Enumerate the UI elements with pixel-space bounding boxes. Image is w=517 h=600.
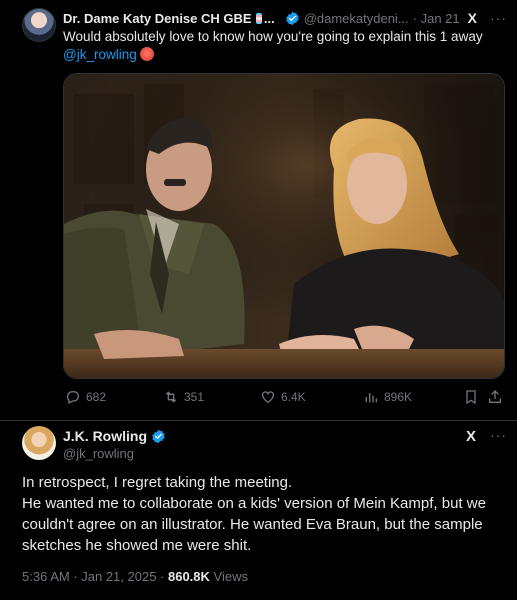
- more-options-button[interactable]: ···: [490, 427, 507, 443]
- reply-count: 682: [86, 390, 107, 404]
- share-icon: [489, 390, 501, 403]
- view-count: 896K: [384, 390, 413, 404]
- repost-icon: [165, 391, 177, 403]
- verified-badge-icon: [285, 11, 300, 26]
- handle[interactable]: @jk_rowling: [63, 446, 134, 461]
- like-count: 6.4K: [281, 390, 306, 404]
- views-chart-icon: [365, 393, 377, 403]
- share-button[interactable]: [487, 389, 503, 405]
- display-name[interactable]: J.K. Rowling: [63, 428, 147, 444]
- tweet-actions: 682 351 6.4K 896K: [63, 389, 505, 409]
- tweet-meta: 5:36 AM · Jan 21, 2025 · 860.8K Views: [22, 569, 248, 584]
- views-label: Views: [209, 569, 248, 584]
- angry-face-icon: [139, 47, 154, 61]
- heart-icon: [262, 391, 274, 404]
- tweet-paragraph: He wanted me to collaborate on a kids' v…: [22, 495, 486, 554]
- views-button[interactable]: 896K: [363, 389, 412, 405]
- avatar[interactable]: [22, 426, 56, 460]
- tweet-image[interactable]: [63, 73, 505, 379]
- reply-icon: [66, 391, 79, 405]
- display-name[interactable]: Dr. Dame Katy Denise CH GBE: [63, 11, 252, 26]
- post-date[interactable]: · Jan 21: [413, 11, 460, 26]
- quoted-tweet[interactable]: Dr. Dame Katy Denise CH GBE ... @damekat…: [0, 0, 517, 420]
- tweet-text-line: Would absolutely love to know how you're…: [63, 29, 483, 44]
- handle[interactable]: @damekatydeni...: [304, 11, 409, 26]
- x-logo-icon: X: [467, 10, 477, 26]
- trans-flag-icon: [255, 12, 262, 24]
- tweet-text: Would absolutely love to know how you're…: [63, 28, 503, 64]
- tweet-header: Dr. Dame Katy Denise CH GBE ... @damekat…: [63, 9, 507, 27]
- reply-button[interactable]: 682: [65, 389, 106, 405]
- divider: [0, 420, 517, 421]
- author-name-row: J.K. Rowling: [63, 428, 166, 444]
- tweet-text: In retrospect, I regret taking the meeti…: [22, 472, 502, 556]
- like-button[interactable]: 6.4K: [260, 389, 306, 405]
- tweet-paragraph: In retrospect, I regret taking the meeti…: [22, 474, 293, 491]
- name-ellipsis: ...: [263, 10, 275, 26]
- bookmark-icon: [466, 390, 476, 405]
- mention-link[interactable]: @jk_rowling: [63, 47, 137, 62]
- x-logo-icon: X: [466, 428, 476, 445]
- repost-count: 351: [184, 390, 205, 404]
- verified-badge-icon: [151, 429, 166, 444]
- bookmark-button[interactable]: [463, 389, 479, 405]
- timestamp[interactable]: 5:36 AM · Jan 21, 2025 ·: [22, 569, 168, 584]
- more-options-button[interactable]: ···: [490, 10, 507, 26]
- repost-button[interactable]: 351: [163, 389, 204, 405]
- views-count: 860.8K: [167, 569, 210, 584]
- avatar[interactable]: [22, 8, 56, 42]
